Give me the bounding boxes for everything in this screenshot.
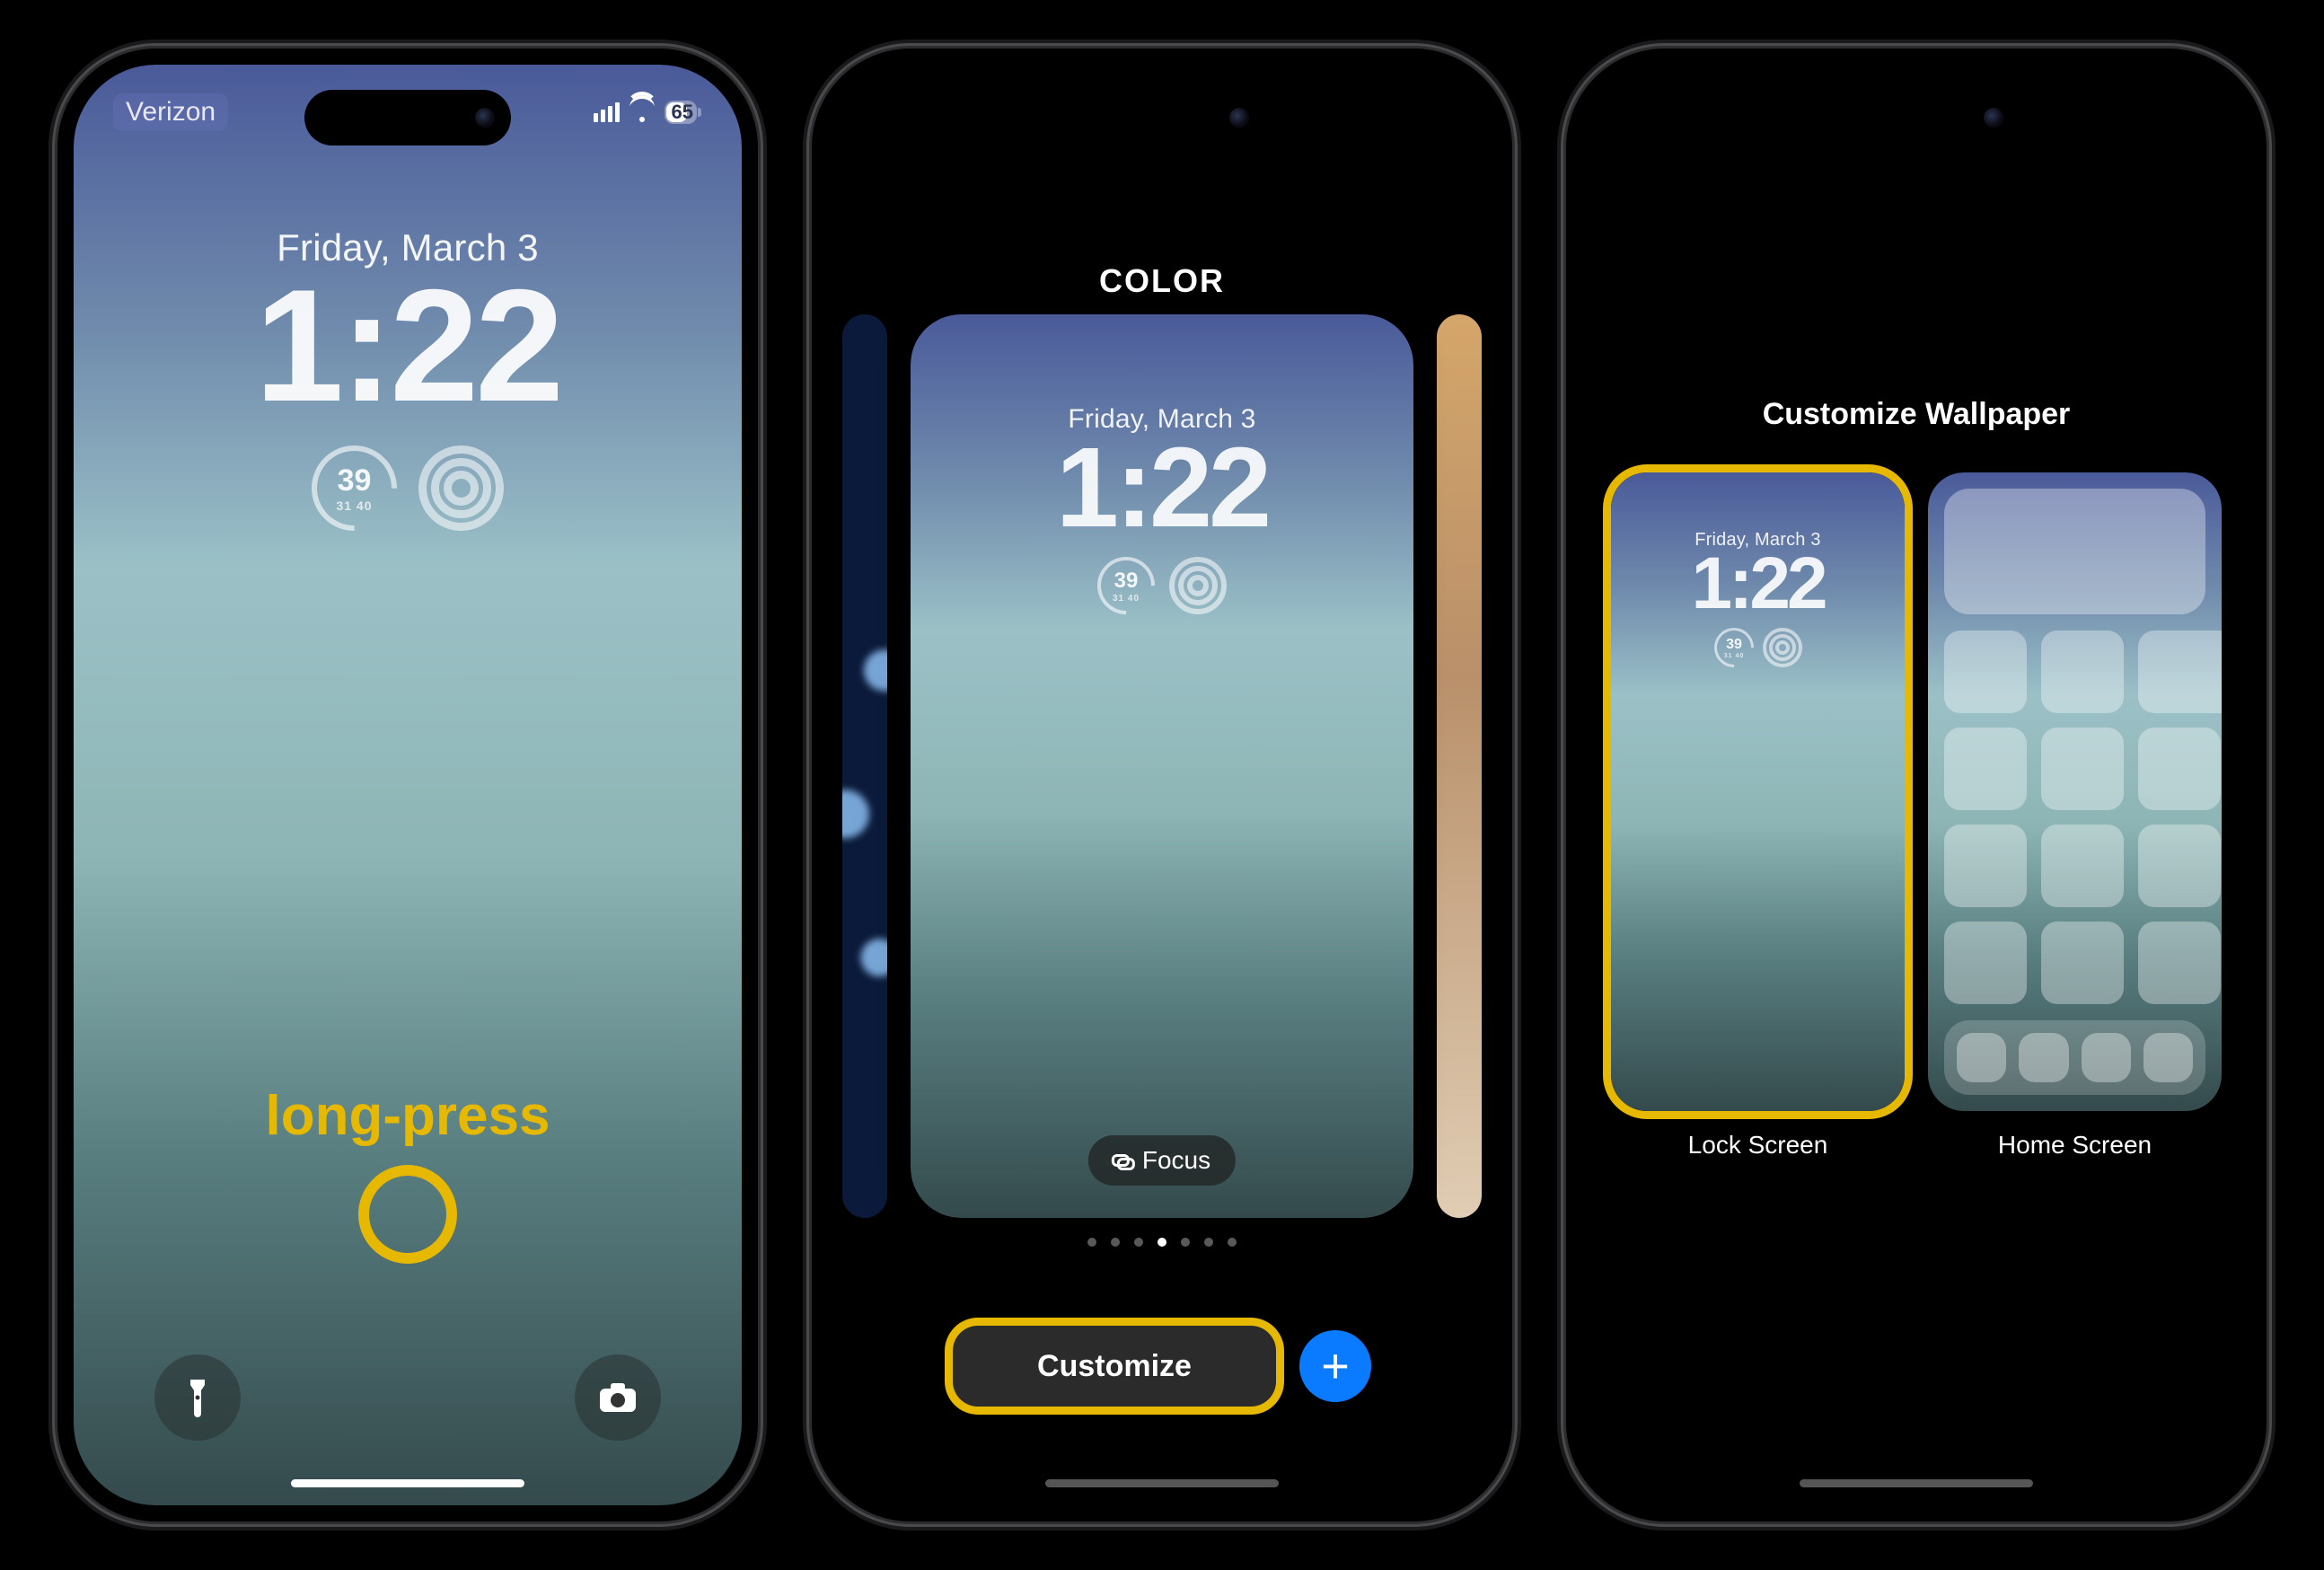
phone-wallpaper-gallery: COLOR Friday, March 3 1:22 39 31 40 (812, 49, 1512, 1521)
flashlight-button[interactable] (154, 1354, 241, 1441)
front-camera-icon (1229, 108, 1249, 128)
preview-lockscreen: Friday, March 3 1:22 39 31 40 (1611, 530, 1905, 667)
aqi-widget-icon: 39 31 40 (1705, 620, 1761, 675)
home-indicator[interactable] (1800, 1479, 2033, 1487)
home-indicator[interactable] (1045, 1479, 1279, 1487)
lockscreen-time: 1:22 (74, 266, 742, 426)
customize-button[interactable]: Customize (953, 1326, 1276, 1407)
home-screen-tile[interactable]: Home Screen (1928, 472, 2222, 1160)
lockscreen-content[interactable]: Friday, March 3 1:22 39 31 40 (74, 226, 742, 531)
dynamic-island (1059, 90, 1265, 146)
carrier-label: Verizon (113, 93, 228, 131)
lockscreen-bottom-actions (74, 1354, 742, 1441)
flashlight-icon (183, 1378, 212, 1417)
lock-screen-tile[interactable]: Friday, March 3 1:22 39 31 40 (1611, 472, 1905, 1160)
lockscreen-widgets: 39 31 40 (74, 445, 742, 531)
card-lockscreen-preview: Friday, March 3 1:22 39 31 40 (911, 404, 1413, 614)
screen: Customize Wallpaper Friday, March 3 1:22… (1582, 65, 2250, 1505)
activity-rings-icon[interactable] (418, 445, 504, 531)
gallery-category-title: COLOR (828, 262, 1496, 300)
customize-tile-row: Friday, March 3 1:22 39 31 40 (1611, 472, 2222, 1160)
gallery-card-wrap: Friday, March 3 1:22 39 31 40 (828, 314, 1496, 1218)
status-bar: Verizon 65 (74, 93, 742, 131)
screen: Verizon 65 Friday, March 3 1:22 39 31 40 (74, 65, 742, 1505)
home-indicator[interactable] (291, 1479, 524, 1487)
camera-icon (598, 1381, 638, 1414)
status-right: 65 (594, 93, 697, 131)
focus-label: Focus (1142, 1146, 1210, 1175)
page-dots[interactable] (828, 1238, 1496, 1247)
aqi-value: 39 (338, 463, 372, 498)
dynamic-island (1813, 90, 2020, 146)
lockscreen-time: 1:22 (1611, 547, 1905, 621)
home-screen-label: Home Screen (1998, 1131, 2152, 1160)
customize-label: Customize (1037, 1349, 1192, 1384)
screen: COLOR Friday, March 3 1:22 39 31 40 (828, 65, 1496, 1505)
lock-screen-label: Lock Screen (1688, 1131, 1828, 1160)
add-wallpaper-button[interactable]: + (1299, 1330, 1371, 1402)
phone-customize-wallpaper: Customize Wallpaper Friday, March 3 1:22… (1566, 49, 2267, 1521)
annotation-longpress-circle-icon (358, 1165, 457, 1264)
battery-percent: 65 (672, 101, 693, 124)
phone-lock-screen: Verizon 65 Friday, March 3 1:22 39 31 40 (57, 49, 758, 1521)
camera-button[interactable] (575, 1354, 661, 1441)
lockscreen-widgets: 39 31 40 (1611, 628, 1905, 667)
front-camera-icon (1984, 108, 2003, 128)
activity-rings-icon (1169, 557, 1227, 614)
aqi-widget-icon[interactable]: 39 31 40 (294, 428, 414, 548)
wifi-icon (629, 102, 656, 122)
cellular-signal-icon (594, 102, 620, 122)
lock-screen-preview[interactable]: Friday, March 3 1:22 39 31 40 (1611, 472, 1905, 1111)
lockscreen-widgets: 39 31 40 (911, 557, 1413, 614)
annotation-longpress-label: long-press (74, 1084, 742, 1148)
aqi-range: 31 40 (336, 498, 372, 513)
gallery-bottom-bar: Customize + (828, 1326, 1496, 1407)
lockscreen-time: 1:22 (911, 431, 1413, 544)
home-screen-layout-icon (1944, 489, 2205, 1095)
aqi-widget-icon: 39 31 40 (1086, 545, 1167, 627)
home-screen-preview[interactable] (1928, 472, 2222, 1111)
customize-title: Customize Wallpaper (1582, 397, 2250, 432)
plus-icon: + (1321, 1342, 1350, 1390)
battery-indicator: 65 (665, 101, 697, 124)
activity-rings-icon (1763, 628, 1802, 667)
link-icon (1114, 1151, 1133, 1170)
wallpaper-card[interactable]: Friday, March 3 1:22 39 31 40 (911, 314, 1413, 1218)
focus-link-button[interactable]: Focus (1088, 1135, 1236, 1186)
